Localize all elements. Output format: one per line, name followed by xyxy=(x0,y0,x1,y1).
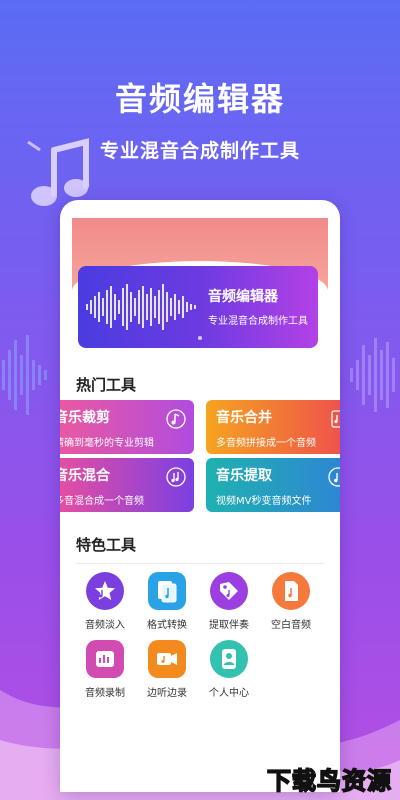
feature-label: 个人中心 xyxy=(209,688,249,699)
tag-icon xyxy=(220,582,238,600)
video-camera-icon xyxy=(157,653,177,665)
feature-listen-record[interactable]: 边听边录 xyxy=(137,640,197,699)
tool-card-music-merge[interactable]: 音乐合并 多音频拼接成一个音频 xyxy=(206,400,340,454)
tool-card-desc: 精确到毫秒的专业剪辑 xyxy=(60,438,154,449)
tool-card-music-extract[interactable]: 音乐提取 视频MV秒变音频文件 xyxy=(206,458,340,512)
merge-file-icon xyxy=(331,410,340,428)
tool-card-title: 音乐提取 xyxy=(216,468,272,484)
feature-personal-center[interactable]: 个人中心 xyxy=(199,640,259,699)
carousel-dot[interactable] xyxy=(191,336,195,340)
banner-title: 音频编辑器 xyxy=(208,289,278,305)
promo-subline: 专业混音合成制作工具 xyxy=(99,140,300,162)
divider xyxy=(76,563,324,564)
tool-card-title: 音乐混合 xyxy=(60,468,110,484)
tool-card-desc: 多音频拼接成一个音频 xyxy=(216,438,316,449)
mix-icon xyxy=(166,467,186,487)
tool-card-desc: 多音混合成一个音频 xyxy=(60,496,144,507)
tool-card-music-trim[interactable]: 音乐裁剪 精确到毫秒的专业剪辑 xyxy=(60,400,194,454)
banner-subtitle: 专业混音合成制作工具 xyxy=(208,316,308,327)
phone-screen: 音频编辑器 专业混音合成制作工具 热门工具 音乐裁剪 精确到毫秒的专业剪辑 音乐… xyxy=(60,200,340,792)
waveform-icon xyxy=(86,284,196,330)
feature-label: 音频淡入 xyxy=(85,620,125,631)
featured-tools-title: 特色工具 xyxy=(76,536,137,554)
feature-fade-in[interactable]: 音频淡入 xyxy=(75,572,135,631)
watermark: 下载鸟资源 xyxy=(266,766,392,796)
music-note-icon xyxy=(166,409,186,429)
convert-icon xyxy=(158,581,177,603)
feature-extract-accompaniment[interactable]: 提取伴奏 xyxy=(199,572,259,631)
hot-tools-title: 热门工具 xyxy=(76,376,137,394)
feature-label: 格式转换 xyxy=(147,620,187,631)
extract-icon xyxy=(328,467,340,487)
tool-card-title: 音乐裁剪 xyxy=(60,410,110,426)
sound-wave-decoration xyxy=(2,335,47,415)
promo-headline: 音频编辑器 xyxy=(114,80,285,118)
user-icon xyxy=(222,649,236,669)
feature-label: 边听边录 xyxy=(147,688,187,699)
carousel-dot[interactable] xyxy=(198,336,202,340)
feature-audio-record[interactable]: 音频录制 xyxy=(75,640,135,699)
tool-card-desc: 视频MV秒变音频文件 xyxy=(216,496,312,507)
blank-file-icon xyxy=(285,581,298,601)
feature-format-convert[interactable]: 格式转换 xyxy=(137,572,197,631)
tool-card-title: 音乐合并 xyxy=(216,410,272,426)
sound-wave-decoration xyxy=(350,338,395,412)
tool-card-music-mix[interactable]: 音乐混合 多音混合成一个音频 xyxy=(60,458,194,512)
record-icon xyxy=(96,651,114,667)
feature-label: 提取伴奏 xyxy=(209,620,249,631)
feature-blank-audio[interactable]: 空白音频 xyxy=(261,572,321,631)
feature-label: 空白音频 xyxy=(271,620,311,631)
feature-label: 音频录制 xyxy=(85,688,125,699)
star-icon xyxy=(95,581,115,600)
carousel-indicator xyxy=(191,336,202,340)
